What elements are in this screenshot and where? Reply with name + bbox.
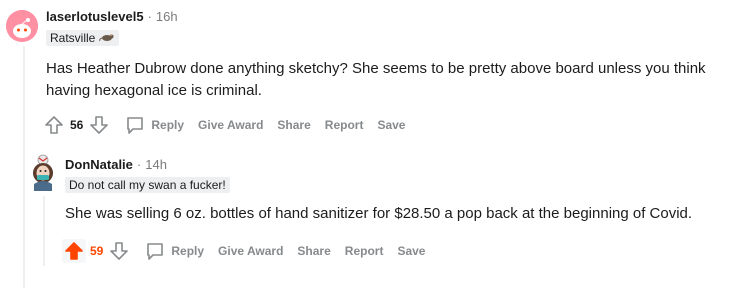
give-award-label: Give Award	[218, 244, 284, 258]
comment-body: Has Heather Dubrow done anything sketchy…	[46, 60, 706, 99]
flair-text: Do not call my swan a fucker!	[69, 178, 226, 192]
downvote-arrow-icon	[90, 116, 109, 134]
save-label: Save	[377, 118, 406, 132]
vote-score: 56	[70, 118, 84, 132]
custom-avatar-icon	[33, 154, 53, 191]
downvote-button[interactable]	[107, 239, 131, 263]
comment-body: She was selling 6 oz. bottles of hand sa…	[65, 205, 693, 222]
thread-line-1[interactable]	[23, 46, 25, 288]
comment-actions: 59 Reply Give Award Share Report Save	[62, 237, 431, 265]
share-label: Share	[297, 244, 331, 258]
meta-separator: ·	[147, 9, 152, 24]
reply-button[interactable]: Reply	[119, 111, 190, 139]
downvote-arrow-icon	[110, 242, 129, 260]
upvote-arrow-icon	[45, 116, 63, 134]
comment-bubble-icon	[127, 117, 144, 134]
upvote-button[interactable]	[42, 113, 66, 137]
comment-author[interactable]: laserlotuslevel5	[46, 9, 144, 24]
snoo-avatar-icon	[6, 10, 38, 42]
report-label: Report	[344, 244, 384, 258]
report-label: Report	[324, 118, 364, 132]
upvote-button[interactable]	[62, 239, 86, 263]
save-button[interactable]: Save	[371, 114, 411, 136]
comment-timestamp[interactable]: 16h	[156, 9, 178, 24]
flair-text: Ratsville	[50, 31, 96, 45]
comment-bubble-icon	[147, 243, 164, 260]
save-button[interactable]: Save	[391, 240, 431, 262]
report-button[interactable]: Report	[319, 114, 370, 136]
save-label: Save	[397, 244, 426, 258]
user-flair: Ratsville	[46, 30, 120, 46]
comment-author[interactable]: DonNatalie	[65, 157, 133, 172]
comment-meta: laserlotuslevel5 · 16h	[46, 9, 178, 24]
vote-score: 59	[90, 244, 104, 258]
user-flair: Do not call my swan a fucker!	[65, 177, 230, 193]
avatar[interactable]	[6, 10, 38, 42]
share-label: Share	[277, 118, 311, 132]
comment-meta: DonNatalie · 14h	[65, 157, 167, 172]
thread-line-2[interactable]	[43, 196, 45, 266]
report-button[interactable]: Report	[339, 240, 390, 262]
give-award-label: Give Award	[198, 118, 264, 132]
upvote-arrow-icon	[65, 242, 83, 260]
share-button[interactable]: Share	[291, 240, 336, 262]
rat-emoji-icon	[99, 31, 115, 45]
meta-separator: ·	[136, 157, 142, 172]
give-award-button[interactable]: Give Award	[212, 240, 289, 262]
reply-label: Reply	[151, 118, 185, 132]
downvote-button[interactable]	[87, 113, 111, 137]
avatar[interactable]	[28, 154, 58, 191]
give-award-button[interactable]: Give Award	[192, 114, 269, 136]
comment-actions: 56 Reply Give Award Share Report Save	[42, 111, 411, 139]
comment-timestamp[interactable]: 14h	[145, 157, 167, 172]
share-button[interactable]: Share	[271, 114, 316, 136]
reply-button[interactable]: Reply	[139, 237, 210, 265]
reply-label: Reply	[171, 244, 205, 258]
